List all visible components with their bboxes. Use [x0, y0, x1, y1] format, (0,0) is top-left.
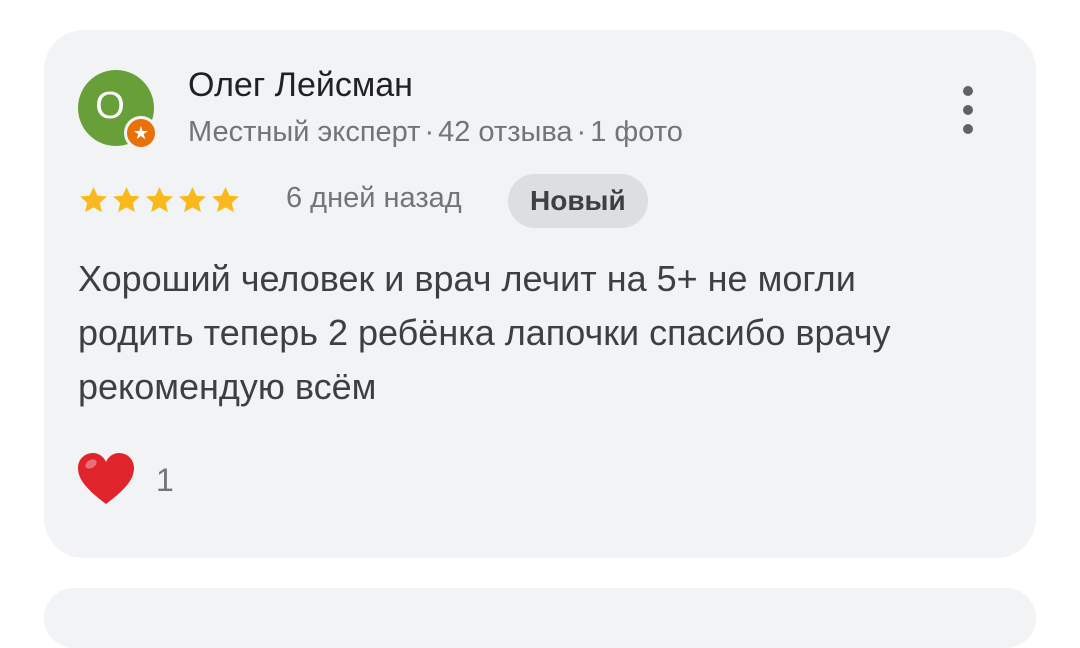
avatar-letter: О — [95, 85, 125, 127]
new-badge: Новый — [508, 174, 648, 228]
review-text: Хороший человек и врач лечит на 5+ не мо… — [78, 258, 891, 407]
star-icon — [80, 186, 107, 212]
star-icon — [179, 186, 206, 212]
author-meta: Местный эксперт · 42 отзыва · 1 фото — [188, 116, 683, 149]
review-date: 6 дней назад — [286, 182, 462, 214]
more-options-button[interactable] — [948, 82, 988, 138]
star-rating — [78, 180, 243, 220]
meta-separator: · — [576, 116, 587, 148]
author-name[interactable]: Олег Лейсман — [188, 66, 413, 105]
author-photos-count: 1 фото — [590, 116, 683, 148]
like-count: 1 — [156, 461, 174, 498]
star-icon — [146, 186, 173, 212]
more-vert-icon-dot — [963, 105, 973, 115]
more-vert-icon-dot — [963, 124, 973, 134]
author-reviews-count: 42 отзыва — [438, 116, 573, 148]
star-icon — [113, 186, 140, 212]
review-card: О ★ Олег Лейсман Местный эксперт · 42 отзы… — [44, 30, 1036, 558]
next-review-card — [44, 588, 1036, 648]
heart-icon — [78, 453, 134, 504]
author-role: Местный эксперт — [188, 116, 421, 148]
local-guide-star-icon: ★ — [124, 116, 158, 150]
like-button[interactable]: 1 — [74, 448, 174, 512]
meta-separator: · — [424, 116, 435, 148]
star-icon — [212, 186, 239, 212]
more-vert-icon — [963, 86, 973, 96]
